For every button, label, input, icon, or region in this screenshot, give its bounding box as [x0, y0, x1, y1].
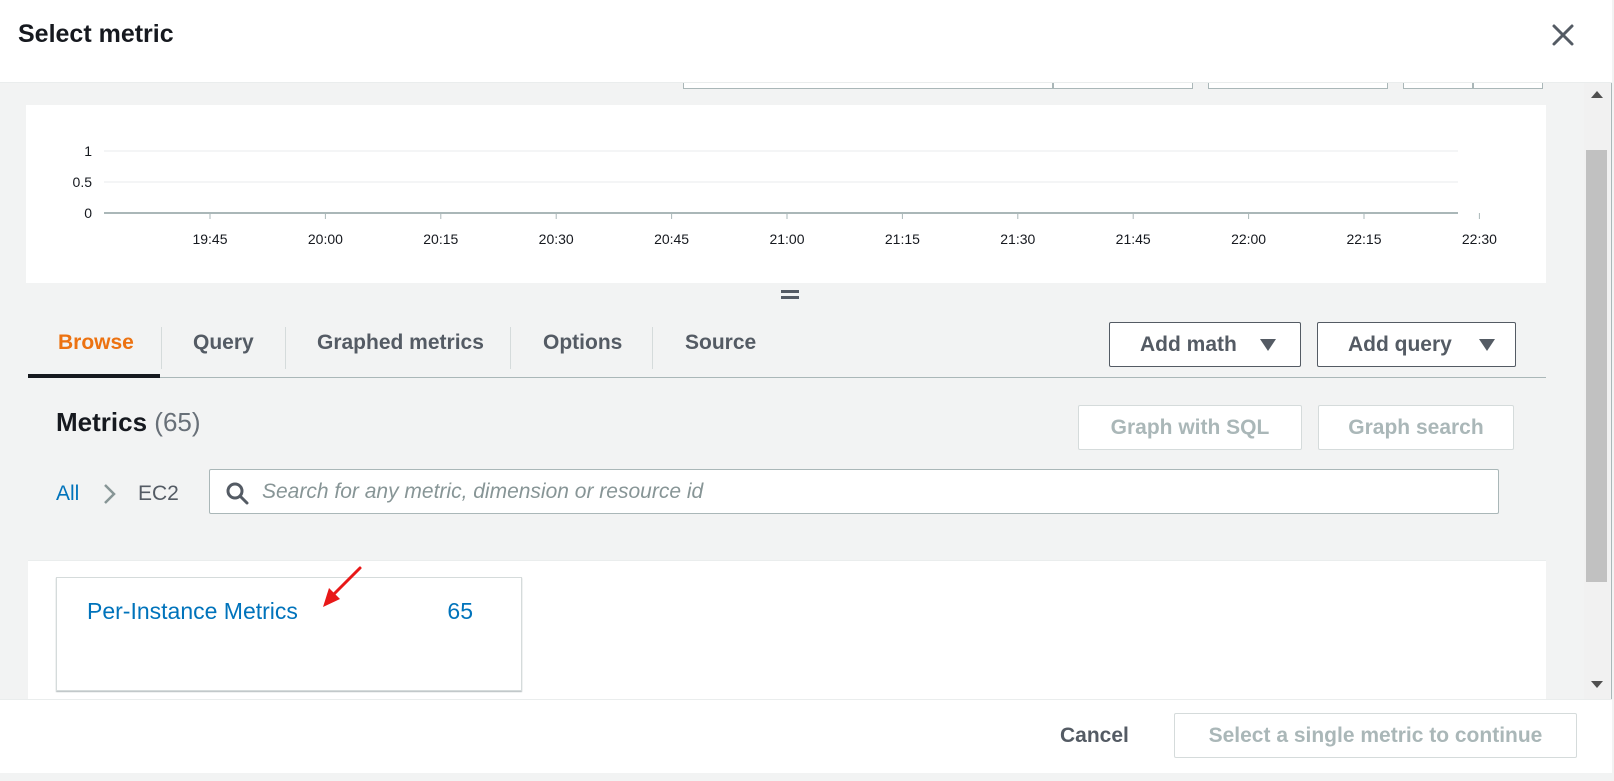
- x-tick-label: 20:45: [654, 231, 689, 247]
- refresh-dropdown-control[interactable]: [1473, 83, 1543, 89]
- modal-footer: Cancel Select a single metric to continu…: [0, 699, 1612, 773]
- metric-search-field[interactable]: [209, 469, 1499, 514]
- refresh-control[interactable]: [1403, 83, 1473, 89]
- cancel-button[interactable]: Cancel: [1060, 724, 1129, 748]
- search-input[interactable]: [260, 470, 1480, 513]
- add-query-label: Add query: [1348, 333, 1452, 356]
- metrics-heading: Metrics (65): [56, 407, 201, 438]
- modal-title: Select metric: [18, 20, 174, 48]
- x-tick-label: 21:00: [769, 231, 804, 247]
- chevron-right-icon: [100, 480, 120, 508]
- tab-source[interactable]: Source: [685, 318, 756, 378]
- x-tick-label: 20:30: [539, 231, 574, 247]
- tab-graphed-metrics[interactable]: Graphed metrics: [317, 318, 484, 378]
- continue-button[interactable]: Select a single metric to continue: [1174, 713, 1577, 758]
- y-tick-label: 0.5: [73, 174, 93, 190]
- add-math-button[interactable]: Add math: [1109, 322, 1301, 367]
- namespace-results: Per-Instance Metrics 65: [28, 560, 1546, 699]
- tab-divider: [285, 327, 286, 369]
- tabs-bar: Browse Query Graphed metrics Options Sou…: [28, 318, 1546, 378]
- modal-header: Select metric: [0, 0, 1612, 83]
- tab-divider: [652, 327, 653, 369]
- modal-body-scroll-area: 1 0.5 0 19:45 20:00 20:15 20:30 20:45 21:00 21:15…: [0, 83, 1584, 699]
- x-tick-label: 21:45: [1116, 231, 1151, 247]
- vertical-scrollbar[interactable]: [1584, 83, 1610, 699]
- x-tick-label: 21:15: [885, 231, 920, 247]
- y-tick-label: 0: [84, 205, 92, 221]
- line-chart: 1 0.5 0 19:45 20:00 20:15 20:30 20:45 21:00 21:15…: [73, 143, 1498, 247]
- scroll-down-icon[interactable]: [1591, 681, 1603, 688]
- add-math-label: Add math: [1140, 333, 1237, 356]
- scroll-up-icon[interactable]: [1591, 91, 1603, 98]
- time-range-control[interactable]: [683, 83, 1053, 89]
- x-tick-label: 21:30: [1000, 231, 1035, 247]
- add-query-button[interactable]: Add query: [1317, 322, 1516, 367]
- x-tick-label: 22:00: [1231, 231, 1266, 247]
- breadcrumb-ec2: EC2: [138, 482, 179, 505]
- search-icon: [225, 481, 249, 505]
- metrics-heading-label: Metrics: [56, 407, 148, 437]
- per-instance-metrics-link[interactable]: Per-Instance Metrics: [87, 598, 298, 625]
- caret-down-icon: [1260, 339, 1276, 351]
- metric-graph: 1 0.5 0 19:45 20:00 20:15 20:30 20:45 21:00 21:15…: [26, 105, 1546, 283]
- select-metric-modal: Select metric 1 0.5 0 19:45 20:00 20:15 20:30 2…: [0, 0, 1612, 773]
- x-tick-label: 22:15: [1346, 231, 1381, 247]
- namespace-metric-count: 65: [447, 598, 473, 624]
- tab-divider: [161, 327, 162, 369]
- breadcrumb-all[interactable]: All: [56, 482, 79, 506]
- x-tick-label: 19:45: [192, 231, 227, 247]
- graph-with-sql-button[interactable]: Graph with SQL: [1078, 405, 1302, 450]
- x-tick-label: 20:00: [308, 231, 343, 247]
- caret-down-icon: [1479, 339, 1495, 351]
- metrics-browser: Metrics (65) Graph with SQL Graph search…: [28, 385, 1546, 545]
- x-tick-label: 22:30: [1462, 231, 1497, 247]
- close-icon[interactable]: [1548, 20, 1578, 50]
- graph-search-button[interactable]: Graph search: [1318, 405, 1514, 450]
- tab-query[interactable]: Query: [193, 318, 254, 378]
- resize-handle-icon[interactable]: [780, 288, 800, 302]
- time-range-control-end[interactable]: [1053, 83, 1193, 89]
- x-tick-label: 20:15: [423, 231, 458, 247]
- scrollbar-thumb[interactable]: [1586, 150, 1607, 582]
- y-tick-label: 1: [84, 143, 92, 159]
- metrics-count: (65): [154, 407, 201, 437]
- namespace-card[interactable]: Per-Instance Metrics 65: [56, 577, 522, 691]
- tab-divider: [510, 327, 511, 369]
- graph-type-control[interactable]: [1208, 83, 1388, 89]
- active-tab-indicator: [28, 374, 160, 378]
- tab-browse[interactable]: Browse: [58, 318, 134, 378]
- tab-options[interactable]: Options: [543, 318, 622, 378]
- red-arrow-annotation-icon: [320, 565, 365, 610]
